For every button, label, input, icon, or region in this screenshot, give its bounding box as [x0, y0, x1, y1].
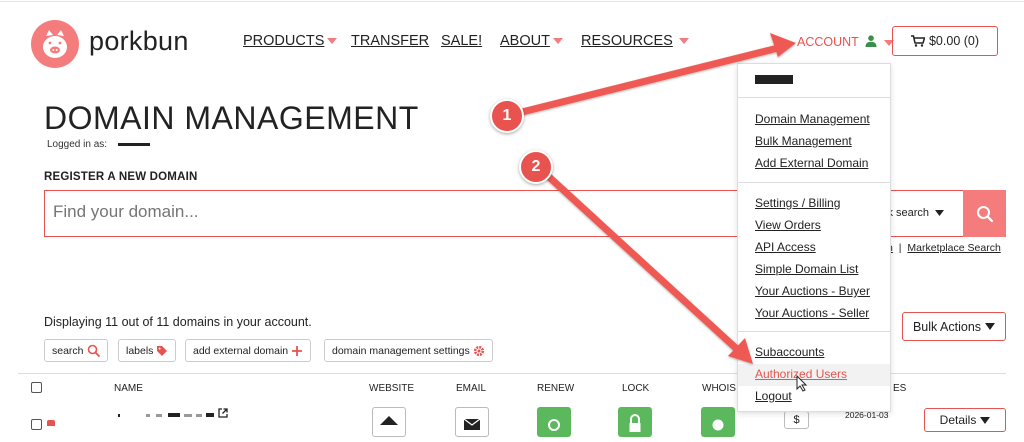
pointer-cursor-icon	[796, 374, 808, 392]
annotation-badge-1: 1	[490, 99, 524, 133]
annotation-arrows	[518, 33, 808, 392]
arrow-2	[544, 172, 753, 364]
arrow-1	[518, 33, 796, 116]
annotation-badge-2: 2	[519, 150, 553, 184]
